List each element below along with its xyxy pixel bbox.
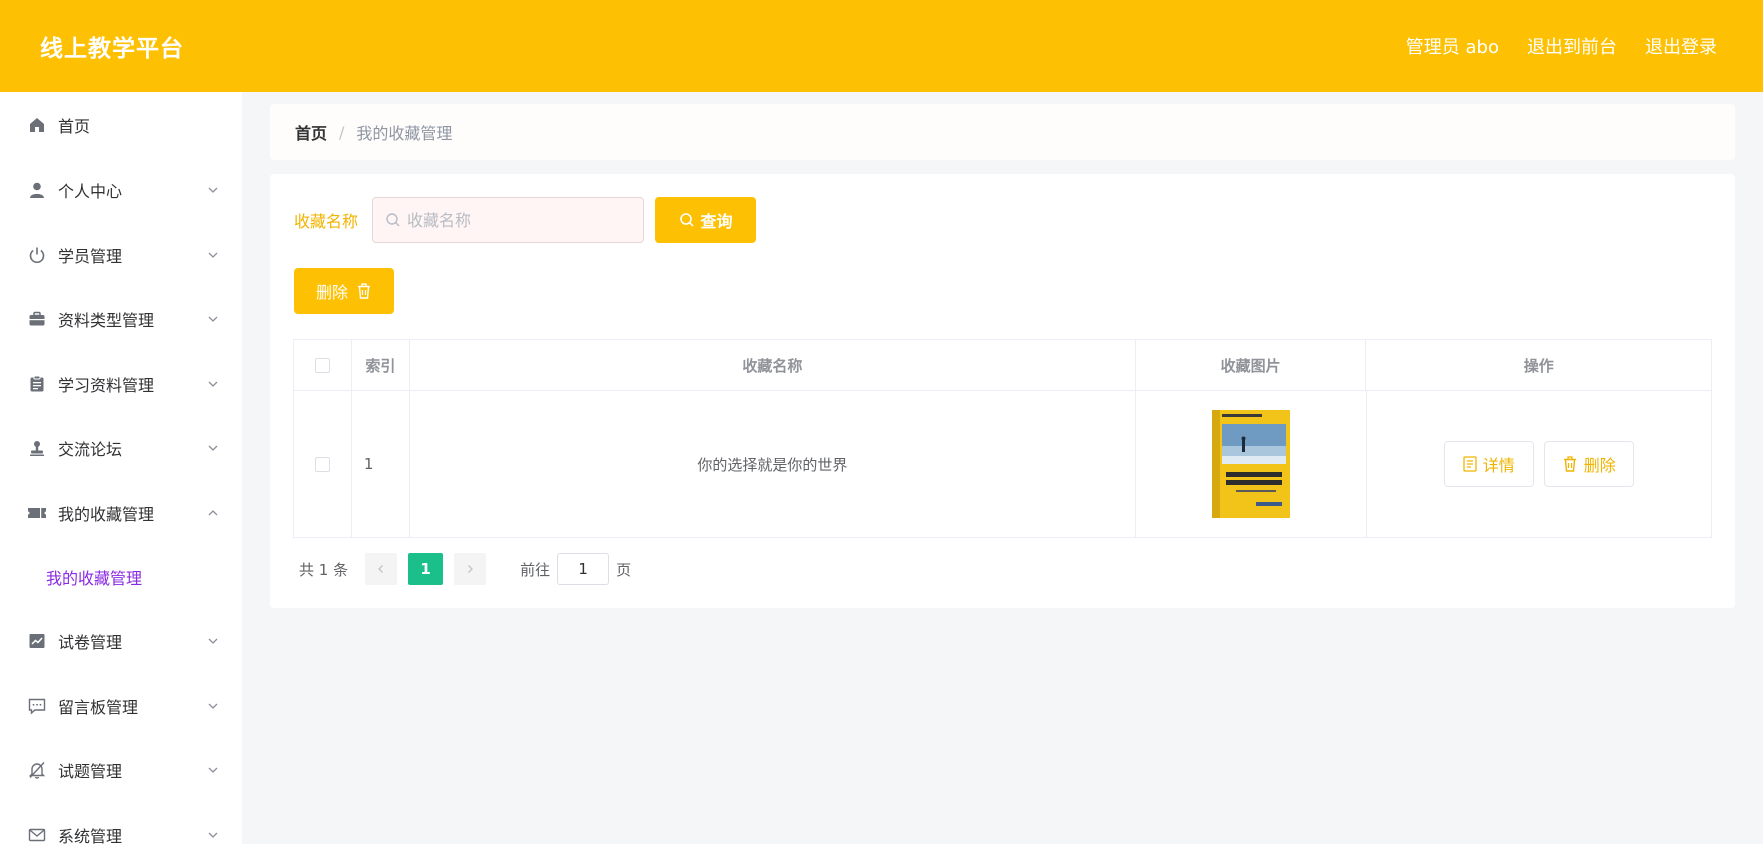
delete-button-label: 删除 xyxy=(315,285,348,302)
submenu-item-my-favorites[interactable]: 我的收藏管理 xyxy=(0,545,242,609)
search-input[interactable] xyxy=(407,210,628,230)
trash-icon xyxy=(358,283,370,299)
briefcase-icon xyxy=(26,308,48,330)
column-header-index: 索引 xyxy=(352,340,410,390)
document-icon xyxy=(1463,456,1477,472)
pagination-total: 共 1 条 xyxy=(299,560,349,579)
row-delete-button-label: 删除 xyxy=(1583,456,1616,475)
sidebar-item-label: 试题管理 xyxy=(58,762,123,782)
bell-off-icon xyxy=(26,759,48,781)
ticket-icon xyxy=(26,502,48,524)
user-icon xyxy=(26,179,48,201)
sidebar-item-label: 首页 xyxy=(58,117,91,136)
book-cover-image[interactable] xyxy=(1211,410,1290,518)
row-checkbox[interactable] xyxy=(314,456,330,472)
batch-delete-button[interactable]: 删除 xyxy=(294,268,394,314)
clipboard-icon xyxy=(26,373,48,395)
search-icon xyxy=(679,213,694,227)
breadcrumb-home[interactable]: 首页 xyxy=(295,120,327,144)
chevron-down-icon xyxy=(208,316,218,323)
header-actions: 管理员 abo 退出到前台 退出登录 xyxy=(1406,33,1717,59)
exit-to-front-link[interactable]: 退出到前台 xyxy=(1527,33,1617,59)
column-header-name: 收藏名称 xyxy=(410,340,1136,390)
app-title: 线上教学平台 xyxy=(40,36,184,62)
page-number-1[interactable]: 1 xyxy=(408,553,444,585)
chevron-down-icon xyxy=(208,703,218,709)
row-name: 你的选择就是你的世界 xyxy=(410,391,1136,537)
power-icon xyxy=(26,244,48,266)
chevron-down-icon xyxy=(208,252,218,258)
home-icon xyxy=(26,114,48,136)
sidebar-item-label: 学员管理 xyxy=(58,246,123,266)
content-card: 收藏名称 查询 删除 索引 收藏名称 收藏图片 操作 1 你的选择就是你的世界 xyxy=(270,174,1735,608)
trash-icon xyxy=(1563,456,1576,472)
sidebar-item-label: 我的收藏管理 xyxy=(58,504,155,524)
chevron-down-icon xyxy=(208,638,218,645)
sidebar-item-message-board[interactable]: 留言板管理 xyxy=(0,674,242,739)
page-suffix: 页 xyxy=(616,560,632,579)
search-label: 收藏名称 xyxy=(294,212,359,231)
goto-label: 前往 xyxy=(520,560,551,579)
search-bar: 收藏名称 查询 xyxy=(294,197,757,243)
prev-page-button[interactable] xyxy=(365,553,398,585)
mail-icon xyxy=(26,824,48,844)
sidebar-item-forum[interactable]: 交流论坛 xyxy=(0,416,242,481)
query-button-label: 查询 xyxy=(700,214,733,231)
sidebar-item-exam-papers[interactable]: 试卷管理 xyxy=(0,609,242,674)
breadcrumb: 首页 / 我的收藏管理 xyxy=(270,104,1735,160)
chevron-down-icon xyxy=(208,381,218,387)
chart-icon xyxy=(26,630,48,652)
chevron-left-icon xyxy=(378,565,384,573)
chevron-down-icon xyxy=(208,187,218,194)
chevron-right-icon xyxy=(468,565,474,573)
pagination: 共 1 条 1 前往 1 页 xyxy=(299,553,631,585)
sidebar-item-label: 系统管理 xyxy=(58,826,123,844)
search-icon xyxy=(386,213,400,227)
search-field-wrapper xyxy=(372,197,645,243)
logout-link[interactable]: 退出登录 xyxy=(1645,33,1717,59)
sidebar-item-material-types[interactable]: 资料类型管理 xyxy=(0,287,242,352)
sidebar-item-questions[interactable]: 试题管理 xyxy=(0,738,242,803)
sidebar-item-study-materials[interactable]: 学习资料管理 xyxy=(0,352,242,417)
chevron-down-icon xyxy=(208,445,218,452)
detail-button[interactable]: 详情 xyxy=(1443,441,1534,487)
chevron-down-icon xyxy=(208,767,218,774)
chevron-down-icon xyxy=(208,832,218,838)
sidebar-item-home[interactable]: 首页 xyxy=(0,92,242,158)
sidebar-item-students[interactable]: 学员管理 xyxy=(0,223,242,288)
select-all-checkbox[interactable] xyxy=(314,357,330,373)
table-header-row: 索引 收藏名称 收藏图片 操作 xyxy=(294,340,1711,391)
sidebar: 首页 个人中心 学员管理 资料类型管理 学习资料管理 交流论坛 我的收藏管理 我… xyxy=(0,92,242,844)
sidebar-item-my-favorites[interactable]: 我的收藏管理 xyxy=(0,481,242,546)
row-delete-button[interactable]: 删除 xyxy=(1543,441,1634,487)
current-user[interactable]: 管理员 abo xyxy=(1406,33,1499,59)
sidebar-item-label: 资料类型管理 xyxy=(58,311,155,331)
table-row: 1 你的选择就是你的世界 详情 删除 xyxy=(294,391,1711,537)
top-header: 线上教学平台 管理员 abo 退出到前台 退出登录 xyxy=(0,0,1763,92)
sidebar-item-system[interactable]: 系统管理 xyxy=(0,803,242,844)
query-button[interactable]: 查询 xyxy=(655,197,757,243)
sidebar-item-label: 试卷管理 xyxy=(58,633,123,653)
sidebar-item-label: 个人中心 xyxy=(58,182,123,202)
stamp-icon xyxy=(26,437,48,459)
breadcrumb-current: 我的收藏管理 xyxy=(356,124,453,143)
column-header-actions: 操作 xyxy=(1523,356,1554,375)
column-header-image: 收藏图片 xyxy=(1136,340,1367,390)
sidebar-item-personal-center[interactable]: 个人中心 xyxy=(0,158,242,223)
row-index: 1 xyxy=(352,391,410,537)
chat-icon xyxy=(26,695,48,717)
goto-page-input[interactable]: 1 xyxy=(557,553,610,585)
sidebar-item-label: 学习资料管理 xyxy=(58,375,155,395)
breadcrumb-separator: / xyxy=(339,122,345,142)
favorites-table: 索引 收藏名称 收藏图片 操作 1 你的选择就是你的世界 详情 删除 xyxy=(293,339,1712,538)
chevron-up-icon xyxy=(208,509,218,516)
next-page-button[interactable] xyxy=(454,553,487,585)
sidebar-item-label: 留言板管理 xyxy=(58,697,139,717)
detail-button-label: 详情 xyxy=(1482,456,1515,475)
sidebar-item-label: 交流论坛 xyxy=(58,440,123,460)
